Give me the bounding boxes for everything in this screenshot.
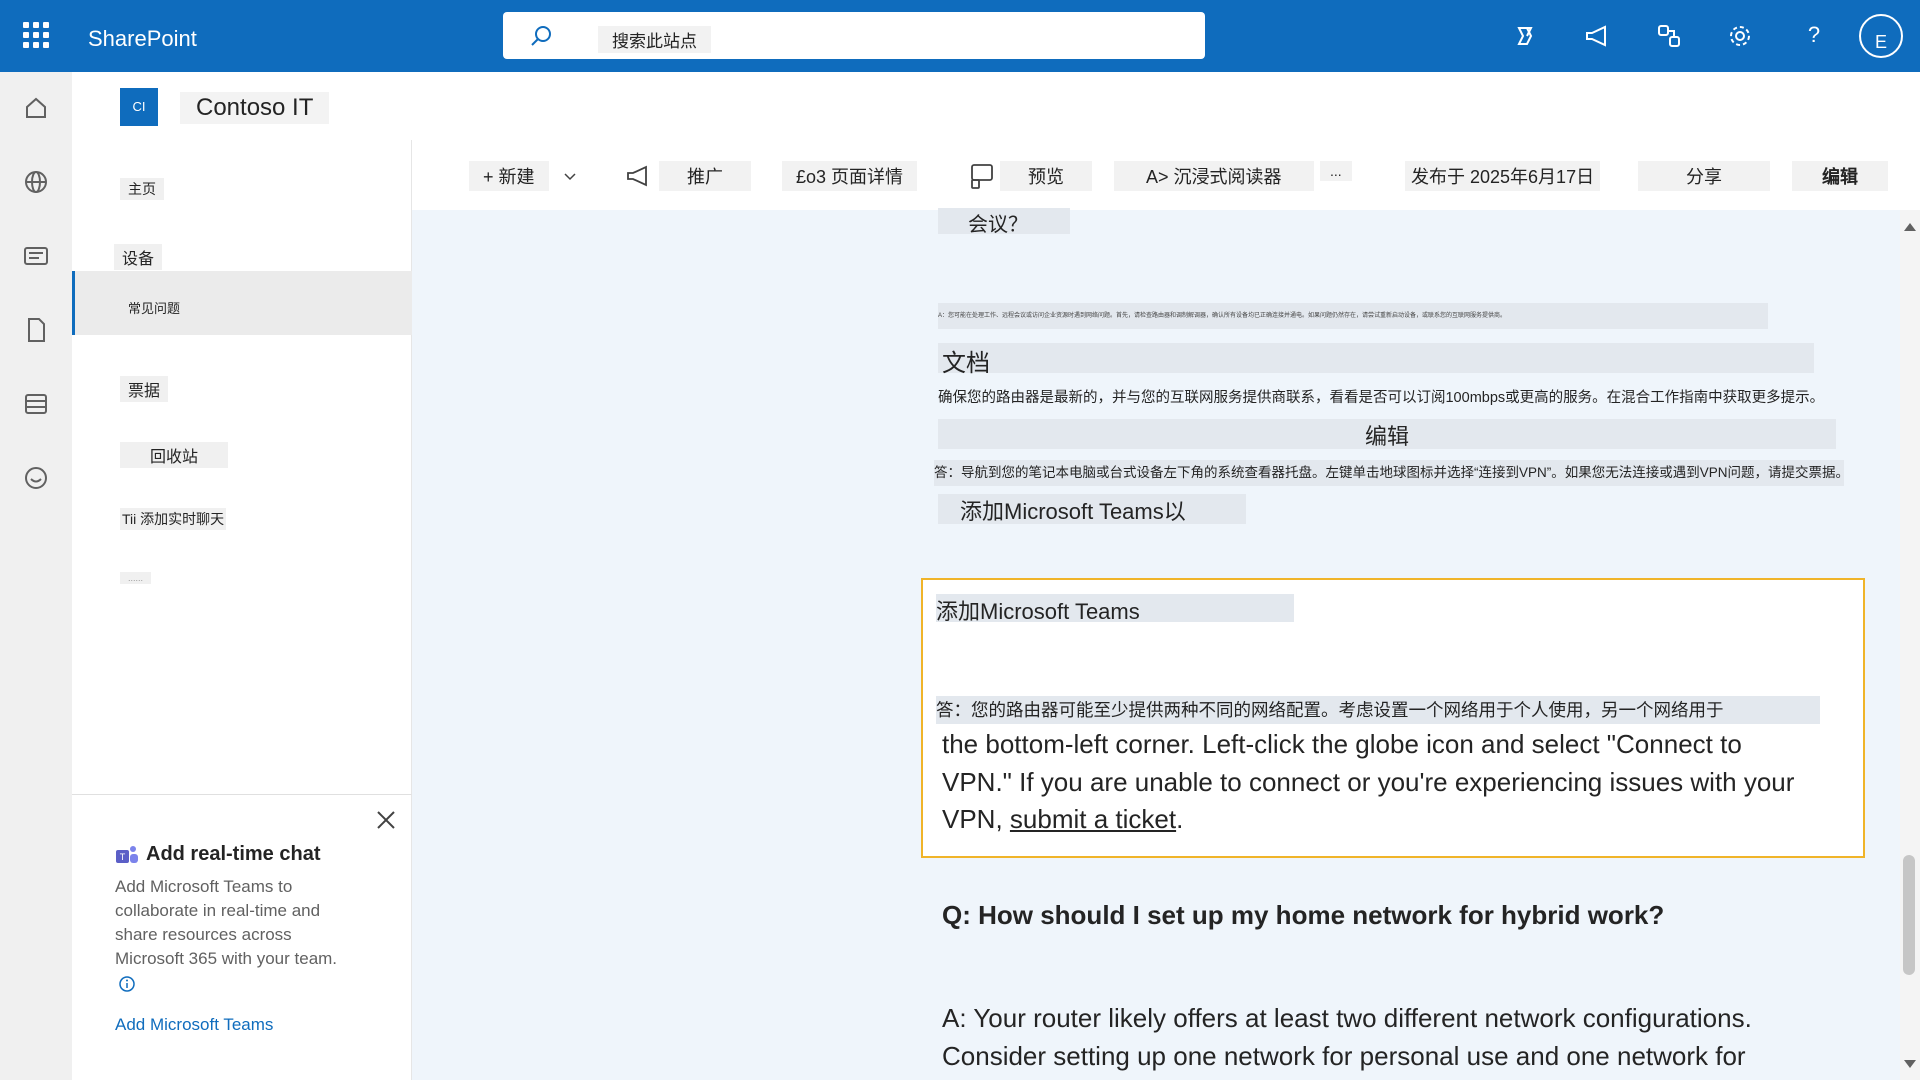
nav-item-recycle-bin[interactable]: 回收站 xyxy=(72,420,412,484)
nav-item-home[interactable]: 主页 xyxy=(72,156,412,220)
nav-item-tickets[interactable]: 票据 xyxy=(72,354,412,418)
teams-icon: T xyxy=(116,846,138,863)
published-status: 发布于 2025年6月17日 xyxy=(1405,161,1601,191)
search-input[interactable]: 搜索此站点 xyxy=(598,26,711,53)
home-icon[interactable] xyxy=(22,94,50,122)
command-bar: + 新建 推广 £o3 页面详情 预览 A> 沉浸式阅读器 ... 发布于 20… xyxy=(412,140,1920,210)
share-label: 分享 xyxy=(1638,161,1770,191)
more-actions-button[interactable]: ... xyxy=(1320,161,1352,189)
published-label: 发布于 2025年6月17日 xyxy=(1405,161,1601,191)
svg-text:T: T xyxy=(120,852,126,862)
promote-label: 推广 xyxy=(659,161,751,191)
new-button-label: + 新建 xyxy=(469,161,549,191)
nav-item-label: Tii 添加实时聊天 xyxy=(120,508,227,530)
site-logo[interactable]: CI xyxy=(120,88,158,126)
nav-item-label: 主页 xyxy=(120,178,164,200)
avatar[interactable]: E xyxy=(1859,14,1903,58)
faq-question-meeting: 会议？ xyxy=(938,208,1070,236)
megaphone-icon[interactable] xyxy=(1583,22,1611,50)
promote-button[interactable]: 推广 xyxy=(659,161,751,191)
site-title[interactable]: Contoso IT xyxy=(180,92,330,124)
connections-icon[interactable] xyxy=(1655,22,1683,50)
faq-answer-home-line1: A: Your router likely offers at least tw… xyxy=(942,1003,1752,1033)
site-navigation: 主页 设备 常见问题 票据 回收站 Tii 添加实时聊天 ...... xyxy=(72,140,412,794)
submit-ticket-link[interactable]: submit a ticket xyxy=(1010,804,1176,834)
nav-item-label: 常见问题 xyxy=(128,301,181,316)
faq-answer-home-line2: Consider setting up one network for pers… xyxy=(942,1041,1746,1071)
nav-item-add-chat[interactable]: Tii 添加实时聊天 xyxy=(72,486,412,550)
scroll-down-icon[interactable] xyxy=(1904,1060,1916,1068)
faq-vpn-line: 答：导航到您的笔记本电脑或台式设备左下角的系统查看器托盘。左键单击地球图标并选择… xyxy=(934,460,1844,486)
close-icon[interactable] xyxy=(375,809,397,831)
preview-icon[interactable] xyxy=(969,162,995,190)
add-chat-panel: T Add real-time chat Add Microsoft Teams… xyxy=(72,794,412,1080)
chat-panel-body: Add Microsoft Teams to collaborate in re… xyxy=(115,877,338,968)
box-answer-en-line3[interactable]: VPN, submit a ticket. xyxy=(942,800,1183,838)
list-icon[interactable] xyxy=(22,390,50,418)
suite-bar: SharePoint 搜索此站点 ? E xyxy=(0,0,1920,72)
faq-router-line: 确保您的路由器是最新的，并与您的互联网服务提供商联系，看看是否可以订阅100mb… xyxy=(938,390,1825,406)
copilot-icon[interactable] xyxy=(1511,22,1539,50)
nav-item-more[interactable]: ...... xyxy=(72,550,412,614)
nav-item-label: ...... xyxy=(120,572,152,584)
news-icon[interactable] xyxy=(22,242,50,270)
edit-button[interactable]: 编辑 xyxy=(1792,161,1888,191)
preview-label: 预览 xyxy=(1000,161,1092,191)
box-heading[interactable]: 添加Microsoft Teams xyxy=(936,594,1294,624)
preview-button[interactable]: 预览 xyxy=(1000,161,1092,191)
new-button[interactable]: + 新建 xyxy=(469,161,549,191)
immersive-reader-button[interactable]: A> 沉浸式阅读器 xyxy=(1114,161,1314,191)
chat-panel-description: Add Microsoft Teams to collaborate in re… xyxy=(115,875,355,995)
document-icon[interactable] xyxy=(22,316,50,344)
promote-megaphone-icon[interactable] xyxy=(625,163,651,189)
faq-add-teams-short: 添加Microsoft Teams以 xyxy=(938,494,1246,524)
box-answer-en-line2[interactable]: VPN." If you are unable to connect or yo… xyxy=(942,763,1794,801)
nav-item-label: 回收站 xyxy=(120,442,229,468)
viva-icon[interactable] xyxy=(22,464,50,492)
nav-item-label: 设备 xyxy=(114,244,163,270)
box-answer-en-line3-prefix: VPN, xyxy=(942,804,1010,834)
immersive-reader-label: A> 沉浸式阅读器 xyxy=(1114,161,1314,191)
page-details-label: £o3 页面详情 xyxy=(782,161,918,191)
settings-gear-icon[interactable] xyxy=(1726,22,1754,50)
search-box[interactable]: 搜索此站点 xyxy=(503,12,1205,59)
info-icon[interactable] xyxy=(119,975,135,992)
faq-answer-tiny: A：您可能在处理工作、远程会议或访问企业资源时遇到网络问题。首先，请检查路由器和… xyxy=(938,303,1768,329)
avatar-initial: E xyxy=(1874,32,1887,52)
site-header: CI Contoso IT xyxy=(72,72,1920,140)
app-launcher-icon[interactable] xyxy=(23,22,49,48)
faq-heading-edit: 编辑 xyxy=(938,419,1836,449)
more-label: ... xyxy=(1320,161,1352,181)
nav-item-faq[interactable]: 常见问题 xyxy=(72,271,412,335)
faq-question-home-network: Q: How should I set up my home network f… xyxy=(942,900,1665,930)
brand-name[interactable]: SharePoint xyxy=(88,26,197,52)
app-bar xyxy=(0,72,72,1080)
scroll-thumb[interactable] xyxy=(1903,855,1915,975)
search-icon xyxy=(531,26,551,46)
box-answer-zh[interactable]: 答：您的路由器可能至少提供两种不同的网络配置。考虑设置一个网络用于个人使用，另一… xyxy=(936,696,1820,724)
chevron-down-icon[interactable] xyxy=(563,169,577,183)
help-icon[interactable]: ? xyxy=(1800,22,1828,50)
add-teams-link[interactable]: Add Microsoft Teams xyxy=(115,1015,273,1035)
page-details-button[interactable]: £o3 页面详情 xyxy=(782,161,918,191)
share-button[interactable]: 分享 xyxy=(1638,161,1770,191)
box-answer-en-line3-suffix: . xyxy=(1176,804,1184,834)
scroll-up-icon[interactable] xyxy=(1904,223,1916,231)
edit-label: 编辑 xyxy=(1792,161,1888,191)
globe-icon[interactable] xyxy=(22,168,50,196)
box-answer-en-line1[interactable]: the bottom-left corner. Left-click the g… xyxy=(942,725,1742,763)
faq-heading-docs: 文档 xyxy=(938,343,1814,377)
nav-item-label: 票据 xyxy=(120,376,169,402)
chat-panel-title: Add real-time chat xyxy=(146,843,321,865)
